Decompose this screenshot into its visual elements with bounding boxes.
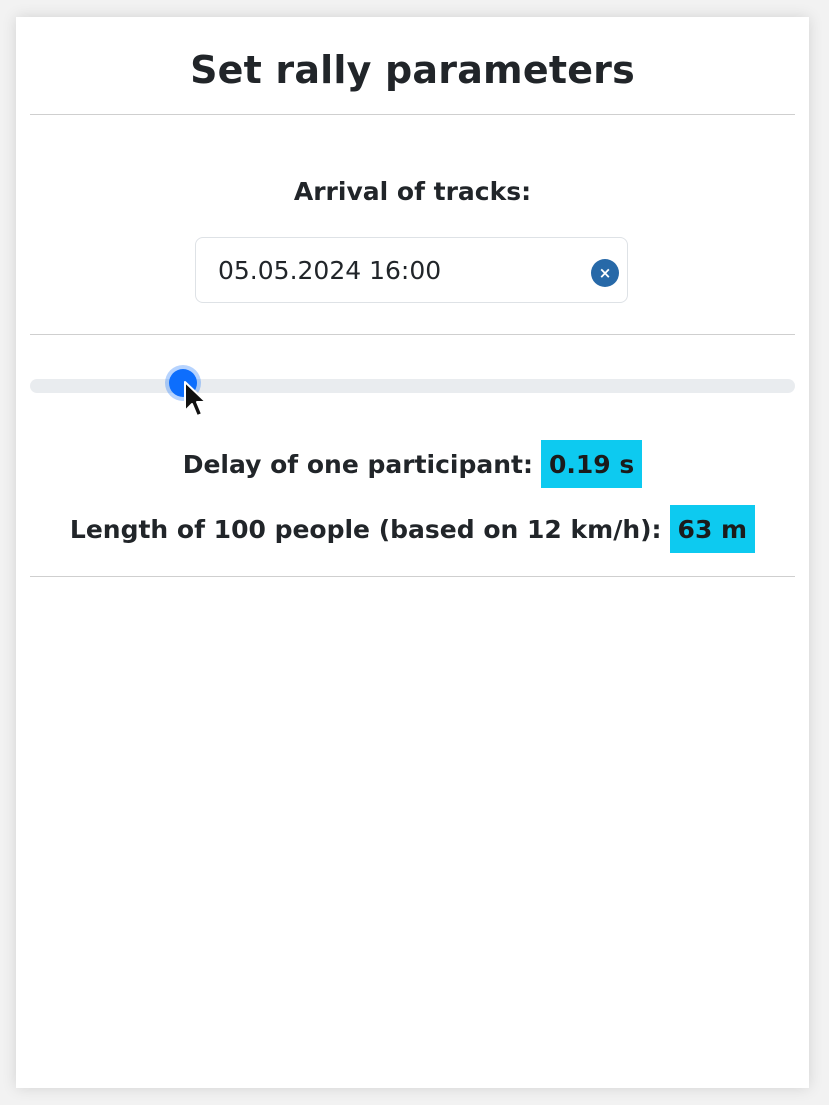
- divider: [30, 334, 795, 335]
- length-row: Length of 100 people (based on 12 km/h):…: [16, 505, 809, 553]
- rally-parameters-card: Set rally parameters Arrival of tracks: …: [16, 17, 809, 1088]
- arrival-datetime-value: 05.05.2024 16:00: [218, 256, 442, 285]
- delay-value-badge: 0.19 s: [541, 440, 643, 488]
- close-icon[interactable]: ×: [591, 259, 619, 287]
- page-title: Set rally parameters: [190, 48, 635, 92]
- divider: [30, 114, 795, 115]
- delay-label: Delay of one participant:: [182, 449, 533, 479]
- mouse-pointer-icon: [184, 381, 207, 417]
- divider: [30, 576, 795, 577]
- length-label: Length of 100 people (based on 12 km/h):: [69, 514, 662, 544]
- delay-slider[interactable]: [30, 369, 795, 397]
- arrival-label: Arrival of tracks:: [293, 177, 532, 206]
- length-value-badge: 63 m: [669, 505, 756, 553]
- arrival-datetime-input[interactable]: 05.05.2024 16:00 ×: [195, 237, 628, 303]
- delay-row: Delay of one participant: 0.19 s: [16, 440, 809, 488]
